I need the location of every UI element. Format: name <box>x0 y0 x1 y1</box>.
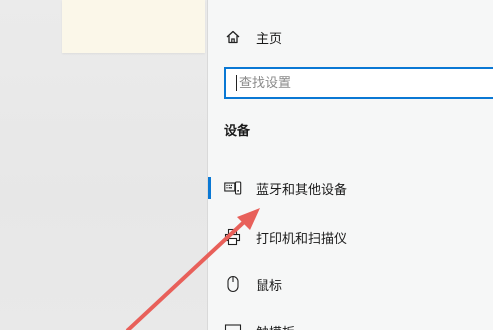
nav-item-printers-scanners[interactable]: 打印机和扫描仪 <box>224 224 347 250</box>
nav-item-mouse[interactable]: 鼠标 <box>224 271 282 297</box>
nav-home[interactable]: 主页 <box>224 24 282 50</box>
home-icon <box>224 28 242 46</box>
active-indicator <box>208 177 211 199</box>
section-title-devices: 设备 <box>224 124 251 139</box>
bluetooth-devices-icon <box>224 179 242 197</box>
settings-panel: 主页 设备 蓝牙和其他设备 <box>207 0 493 330</box>
search-input[interactable] <box>237 75 469 91</box>
search-field[interactable] <box>224 67 493 99</box>
nav-home-label: 主页 <box>256 31 283 47</box>
touchpad-icon <box>224 322 242 330</box>
desktop-background <box>0 0 207 330</box>
nav-item-bluetooth-devices[interactable]: 蓝牙和其他设备 <box>224 175 347 201</box>
nav-item-touchpad[interactable]: 触摸板 <box>224 318 295 330</box>
printer-icon <box>224 228 242 246</box>
nav-item-label: 蓝牙和其他设备 <box>256 182 348 198</box>
background-window <box>62 0 205 53</box>
nav-item-label: 鼠标 <box>256 278 283 294</box>
nav-item-label: 打印机和扫描仪 <box>256 231 348 247</box>
mouse-icon <box>224 275 242 293</box>
nav-item-label: 触摸板 <box>256 322 295 330</box>
